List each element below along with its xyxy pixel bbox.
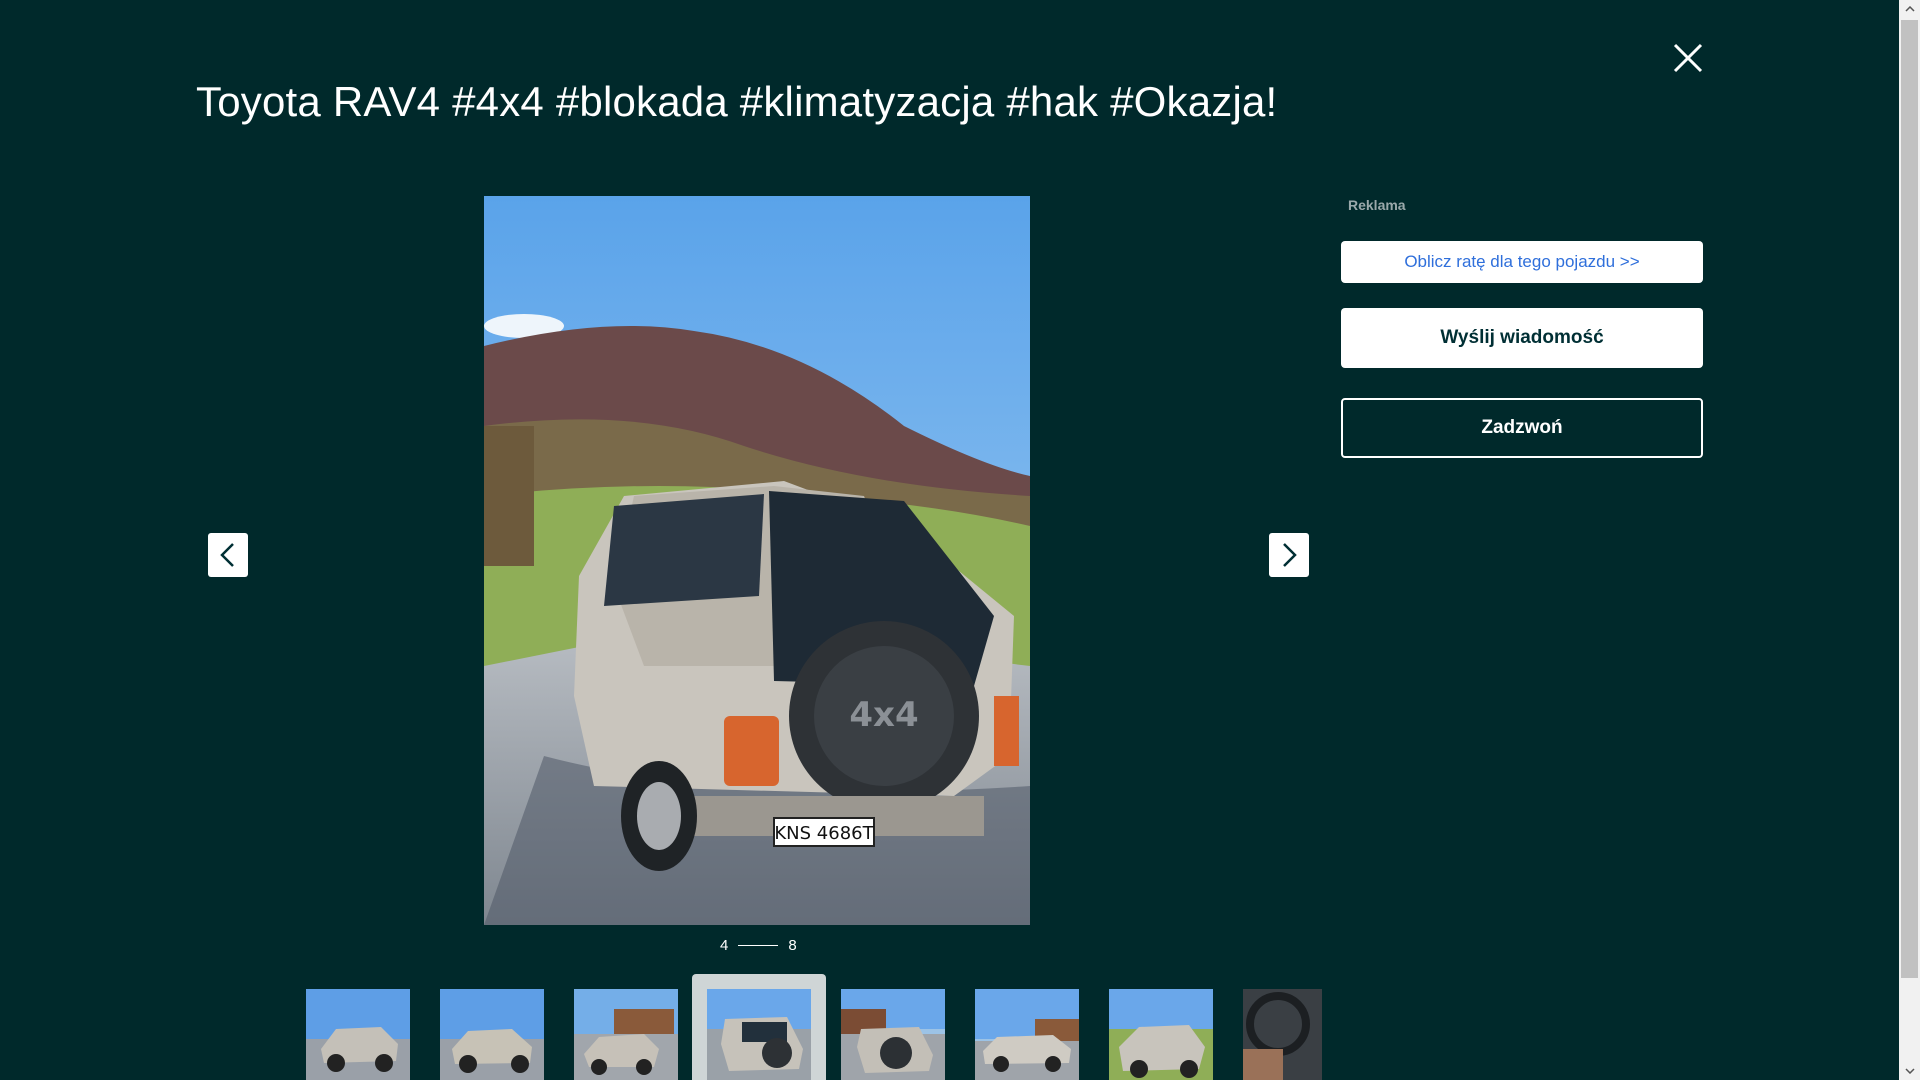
close-icon xyxy=(1673,43,1703,73)
thumbnail-8[interactable] xyxy=(1243,989,1322,1080)
thumbnail-7[interactable] xyxy=(1109,989,1213,1080)
photo-counter: 4 8 xyxy=(720,935,797,955)
close-button[interactable] xyxy=(1666,36,1710,80)
license-plate-text: KNS 4686T xyxy=(774,823,874,844)
thumbnail-strip xyxy=(300,974,1322,1080)
chevron-left-icon xyxy=(220,543,234,567)
scroll-down-arrow[interactable] xyxy=(1899,1062,1920,1080)
thumbnail-1[interactable] xyxy=(306,989,410,1080)
car-rear-photo: 4x4 KNS 4686T xyxy=(484,196,1030,925)
current-photo-number: 4 xyxy=(720,936,729,954)
counter-divider xyxy=(738,944,779,946)
next-photo-button[interactable] xyxy=(1269,533,1309,577)
thumbnail-6[interactable] xyxy=(975,989,1079,1080)
vertical-scrollbar[interactable] xyxy=(1899,0,1920,1080)
thumbnail-5[interactable] xyxy=(841,989,945,1080)
thumbnail-4-active[interactable] xyxy=(692,974,826,1080)
scrollbar-thumb[interactable] xyxy=(1901,20,1918,978)
send-message-button[interactable]: Wyślij wiadomość xyxy=(1341,308,1703,368)
call-button[interactable]: Zadzwoń xyxy=(1341,398,1703,458)
calculate-installment-button[interactable]: Oblicz ratę dla tego pojazdu >> xyxy=(1341,241,1703,283)
total-photo-count: 8 xyxy=(788,936,797,954)
thumbnail-3[interactable] xyxy=(574,989,678,1080)
thumbnail-2[interactable] xyxy=(440,989,544,1080)
chevron-right-icon xyxy=(1283,543,1297,567)
previous-photo-button[interactable] xyxy=(208,533,248,577)
main-photo[interactable]: 4x4 KNS 4686T xyxy=(484,196,1030,925)
ad-label: Reklama xyxy=(1348,197,1406,213)
spare-cover-text: 4x4 xyxy=(849,695,918,735)
listing-title: Toyota RAV4 #4x4 #blokada #klimatyzacja … xyxy=(196,78,1278,125)
scroll-up-arrow[interactable] xyxy=(1899,0,1920,18)
